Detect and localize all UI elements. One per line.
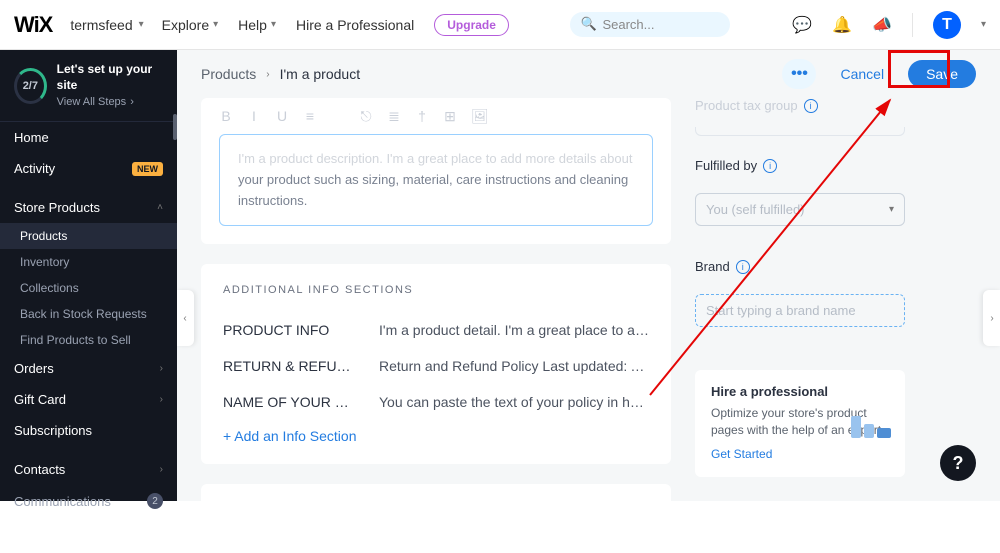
sidebar-item-subscriptions[interactable]: Subscriptions: [0, 415, 177, 446]
site-selector[interactable]: termsfeed ▾: [70, 17, 143, 33]
tax-group-field[interactable]: [695, 127, 905, 136]
sidebar-item-contacts[interactable]: Contacts›: [0, 454, 177, 485]
nav-help[interactable]: Help▾: [238, 17, 276, 33]
sidebar-sub-find-products[interactable]: Find Products to Sell: [0, 327, 177, 353]
top-nav: Explore▾ Help▾ Hire a Professional Upgra…: [162, 14, 509, 36]
sidebar: 2/7 Let's set up your site View All Step…: [0, 50, 177, 501]
chevron-right-icon: ›: [160, 464, 163, 475]
sidebar-item-communications[interactable]: Communications2: [0, 485, 177, 517]
progress-ring: 2/7: [14, 68, 47, 104]
fulfilled-by-select[interactable]: You (self fulfilled) ▾: [695, 193, 905, 226]
hire-title: Hire a professional: [711, 384, 889, 399]
sidebar-sub-back-in-stock[interactable]: Back in Stock Requests: [0, 301, 177, 327]
hire-get-started-link[interactable]: Get Started: [711, 447, 772, 461]
chevron-down-icon: ▾: [213, 19, 218, 30]
info-row[interactable]: PRODUCT INFO I'm a product detail. I'm a…: [223, 312, 649, 348]
announcements-icon[interactable]: 📣: [872, 15, 892, 35]
breadcrumb: Products › I'm a product: [201, 66, 360, 82]
brand-input[interactable]: Start typing a brand name: [695, 294, 905, 327]
quick-access-button[interactable]: ✦Quick Access: [0, 517, 177, 553]
chevron-down-icon: ▾: [981, 19, 986, 30]
info-row-label: NAME OF YOUR …: [223, 394, 351, 410]
content-area: ‹ › Products › I'm a product ••• Cancel …: [177, 50, 1000, 501]
info-icon[interactable]: i: [804, 99, 818, 113]
info-row-value: I'm a product detail. I'm a great place …: [379, 322, 649, 338]
top-bar: WiX termsfeed ▾ Explore▾ Help▾ Hire a Pr…: [0, 0, 1000, 50]
sidebar-sub-collections[interactable]: Collections: [0, 275, 177, 301]
sidebar-item-home[interactable]: Home: [0, 122, 177, 153]
upgrade-button[interactable]: Upgrade: [434, 14, 509, 36]
expand-panel-toggle[interactable]: ›: [983, 290, 1000, 346]
sidebar-sub-products[interactable]: Products: [0, 223, 177, 249]
info-row-value: Return and Refund Policy Last updated: A…: [379, 358, 649, 374]
product-description-editor[interactable]: I'm a product description. I'm a great p…: [219, 134, 653, 226]
chevron-down-icon: ▾: [139, 19, 144, 30]
save-button[interactable]: Save: [908, 60, 976, 88]
cancel-button[interactable]: Cancel: [826, 60, 898, 88]
site-setup[interactable]: 2/7 Let's set up your site View All Step…: [0, 50, 177, 122]
new-badge: NEW: [132, 162, 163, 176]
section-title: ADDITIONAL INFO SECTIONS: [223, 284, 649, 296]
hire-illustration: [851, 406, 895, 438]
tax-group-label: Product tax group: [695, 98, 798, 113]
collapse-sidebar-toggle[interactable]: ‹: [177, 290, 194, 346]
search-input[interactable]: Search...: [570, 12, 730, 37]
add-info-section-link[interactable]: + Add an Info Section: [223, 420, 649, 444]
sidebar-item-activity[interactable]: Activity NEW: [0, 153, 177, 184]
avatar[interactable]: T: [933, 11, 961, 39]
info-row[interactable]: RETURN & REFU… Return and Refund Policy …: [223, 348, 649, 384]
sidebar-item-store-products[interactable]: Store Products ˄: [0, 192, 177, 223]
additional-info-sections: ADDITIONAL INFO SECTIONS PRODUCT INFO I'…: [201, 264, 671, 464]
wix-logo[interactable]: WiX: [14, 12, 52, 38]
info-icon[interactable]: i: [736, 260, 750, 274]
sidebar-item-orders[interactable]: Orders›: [0, 353, 177, 384]
info-row-value: You can paste the text of your policy in…: [379, 394, 649, 410]
help-button[interactable]: ?: [940, 445, 976, 481]
setup-title: Let's set up your site: [57, 62, 163, 93]
info-icon[interactable]: i: [763, 159, 777, 173]
breadcrumb-root[interactable]: Products: [201, 66, 256, 82]
chevron-right-icon: ›: [160, 394, 163, 405]
info-row[interactable]: NAME OF YOUR … You can paste the text of…: [223, 384, 649, 420]
bell-icon[interactable]: 🔔: [832, 15, 852, 35]
inbox-icon[interactable]: 💬: [792, 15, 812, 35]
sidebar-sub-inventory[interactable]: Inventory: [0, 249, 177, 275]
chevron-up-icon: ˄: [157, 202, 163, 213]
site-name: termsfeed: [70, 17, 132, 33]
hire-professional-card: Hire a professional Optimize your store'…: [695, 370, 905, 477]
nav-explore[interactable]: Explore▾: [162, 17, 219, 33]
brand-label: Brand: [695, 259, 730, 274]
view-all-steps-link[interactable]: View All Steps›: [57, 95, 163, 109]
nav-hire[interactable]: Hire a Professional: [296, 17, 414, 33]
count-badge: 2: [147, 493, 163, 509]
info-row-label: PRODUCT INFO: [223, 322, 351, 338]
chevron-down-icon: ▾: [889, 204, 894, 215]
sparkle-icon: ✦: [38, 527, 49, 543]
fulfilled-by-label: Fulfilled by: [695, 158, 757, 173]
more-actions-button[interactable]: •••: [782, 59, 816, 89]
info-row-label: RETURN & REFU…: [223, 358, 351, 374]
chevron-right-icon: ›: [160, 363, 163, 374]
chevron-right-icon: ›: [266, 69, 269, 80]
chevron-down-icon: ▾: [271, 19, 276, 30]
breadcrumb-current: I'm a product: [280, 66, 361, 82]
top-icons: 💬 🔔 📣 T ▾: [792, 11, 986, 39]
sidebar-item-gift-card[interactable]: Gift Card›: [0, 384, 177, 415]
pricing-section: Pricing: [201, 484, 671, 501]
text-format-toolbar: BIU≡⎋≣†⊞🖼: [201, 108, 671, 134]
